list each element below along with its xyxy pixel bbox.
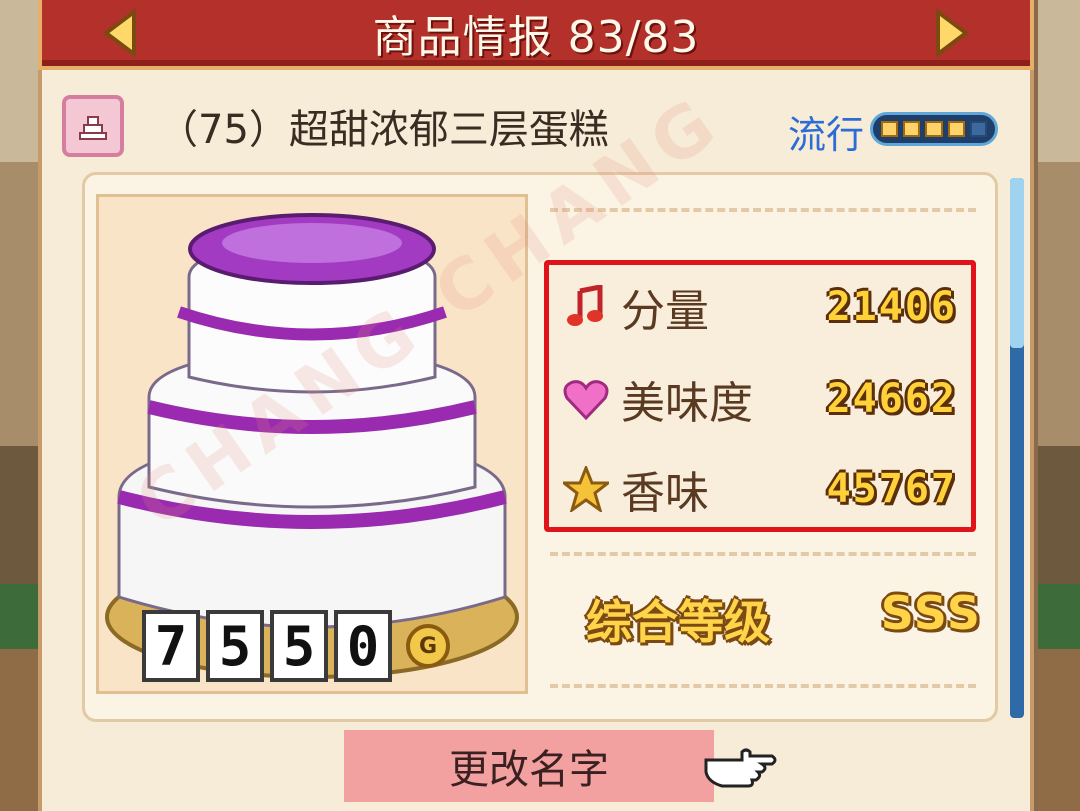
price-digit: 5 [206,610,264,682]
background-scenery-left [0,0,42,811]
music-note-icon [559,280,613,334]
page-title: 商品情报 83/83 [372,12,700,63]
stat-label: 香味 [621,468,709,519]
gold-coin-icon: G [406,624,450,668]
overall-grade: 综合等级 SSS [582,586,982,656]
trend-segment [903,121,921,137]
trend-segment [925,121,943,137]
stat-row-volume: 分量 21406 [559,267,961,347]
scroll-thumb[interactable] [1010,178,1024,348]
divider [550,208,976,212]
arrow-left-icon[interactable] [102,8,138,58]
item-name: （75）超甜浓郁三层蛋糕 [158,107,609,153]
grade-label: 综合等级 [586,595,770,649]
cake-category-icon [62,95,124,157]
stat-value: 45767 [826,466,957,512]
item-header: （75）超甜浓郁三层蛋糕 流行 [62,92,1010,160]
arrow-right-icon[interactable] [934,8,970,58]
trend-segment [969,121,988,137]
pointing-hand-icon [704,748,777,788]
trend-segment [947,121,965,137]
stats-highlight-box: 分量 21406 美味度 24662 香味 45767 [544,260,976,532]
trend-segment [881,121,899,137]
heart-icon [559,372,613,426]
title-bar: 商品情报 83/83 [38,0,1034,70]
stat-value: 21406 [826,284,957,330]
product-info-panel: （75）超甜浓郁三层蛋糕 流行 7 5 5 0 G 分量 21406 美味度 2… [38,70,1034,811]
stat-label: 美味度 [621,378,753,429]
price-display: 7 5 5 0 G [142,610,450,682]
divider [550,552,976,556]
divider [550,684,976,688]
price-digit: 7 [142,610,200,682]
rename-button[interactable]: 更改名字 [344,730,714,802]
price-digit: 5 [270,610,328,682]
trend-label: 流行 [787,113,864,157]
trend-meter [870,112,998,146]
stat-value: 24662 [826,376,957,422]
scrollbar[interactable] [1010,178,1024,718]
star-icon [559,462,613,516]
stat-row-taste: 美味度 24662 [559,359,961,439]
price-digit: 0 [334,610,392,682]
grade-value: SSS [880,586,982,640]
background-scenery-right [1038,0,1080,811]
stat-row-aroma: 香味 45767 [559,449,961,529]
stat-label: 分量 [621,286,709,337]
